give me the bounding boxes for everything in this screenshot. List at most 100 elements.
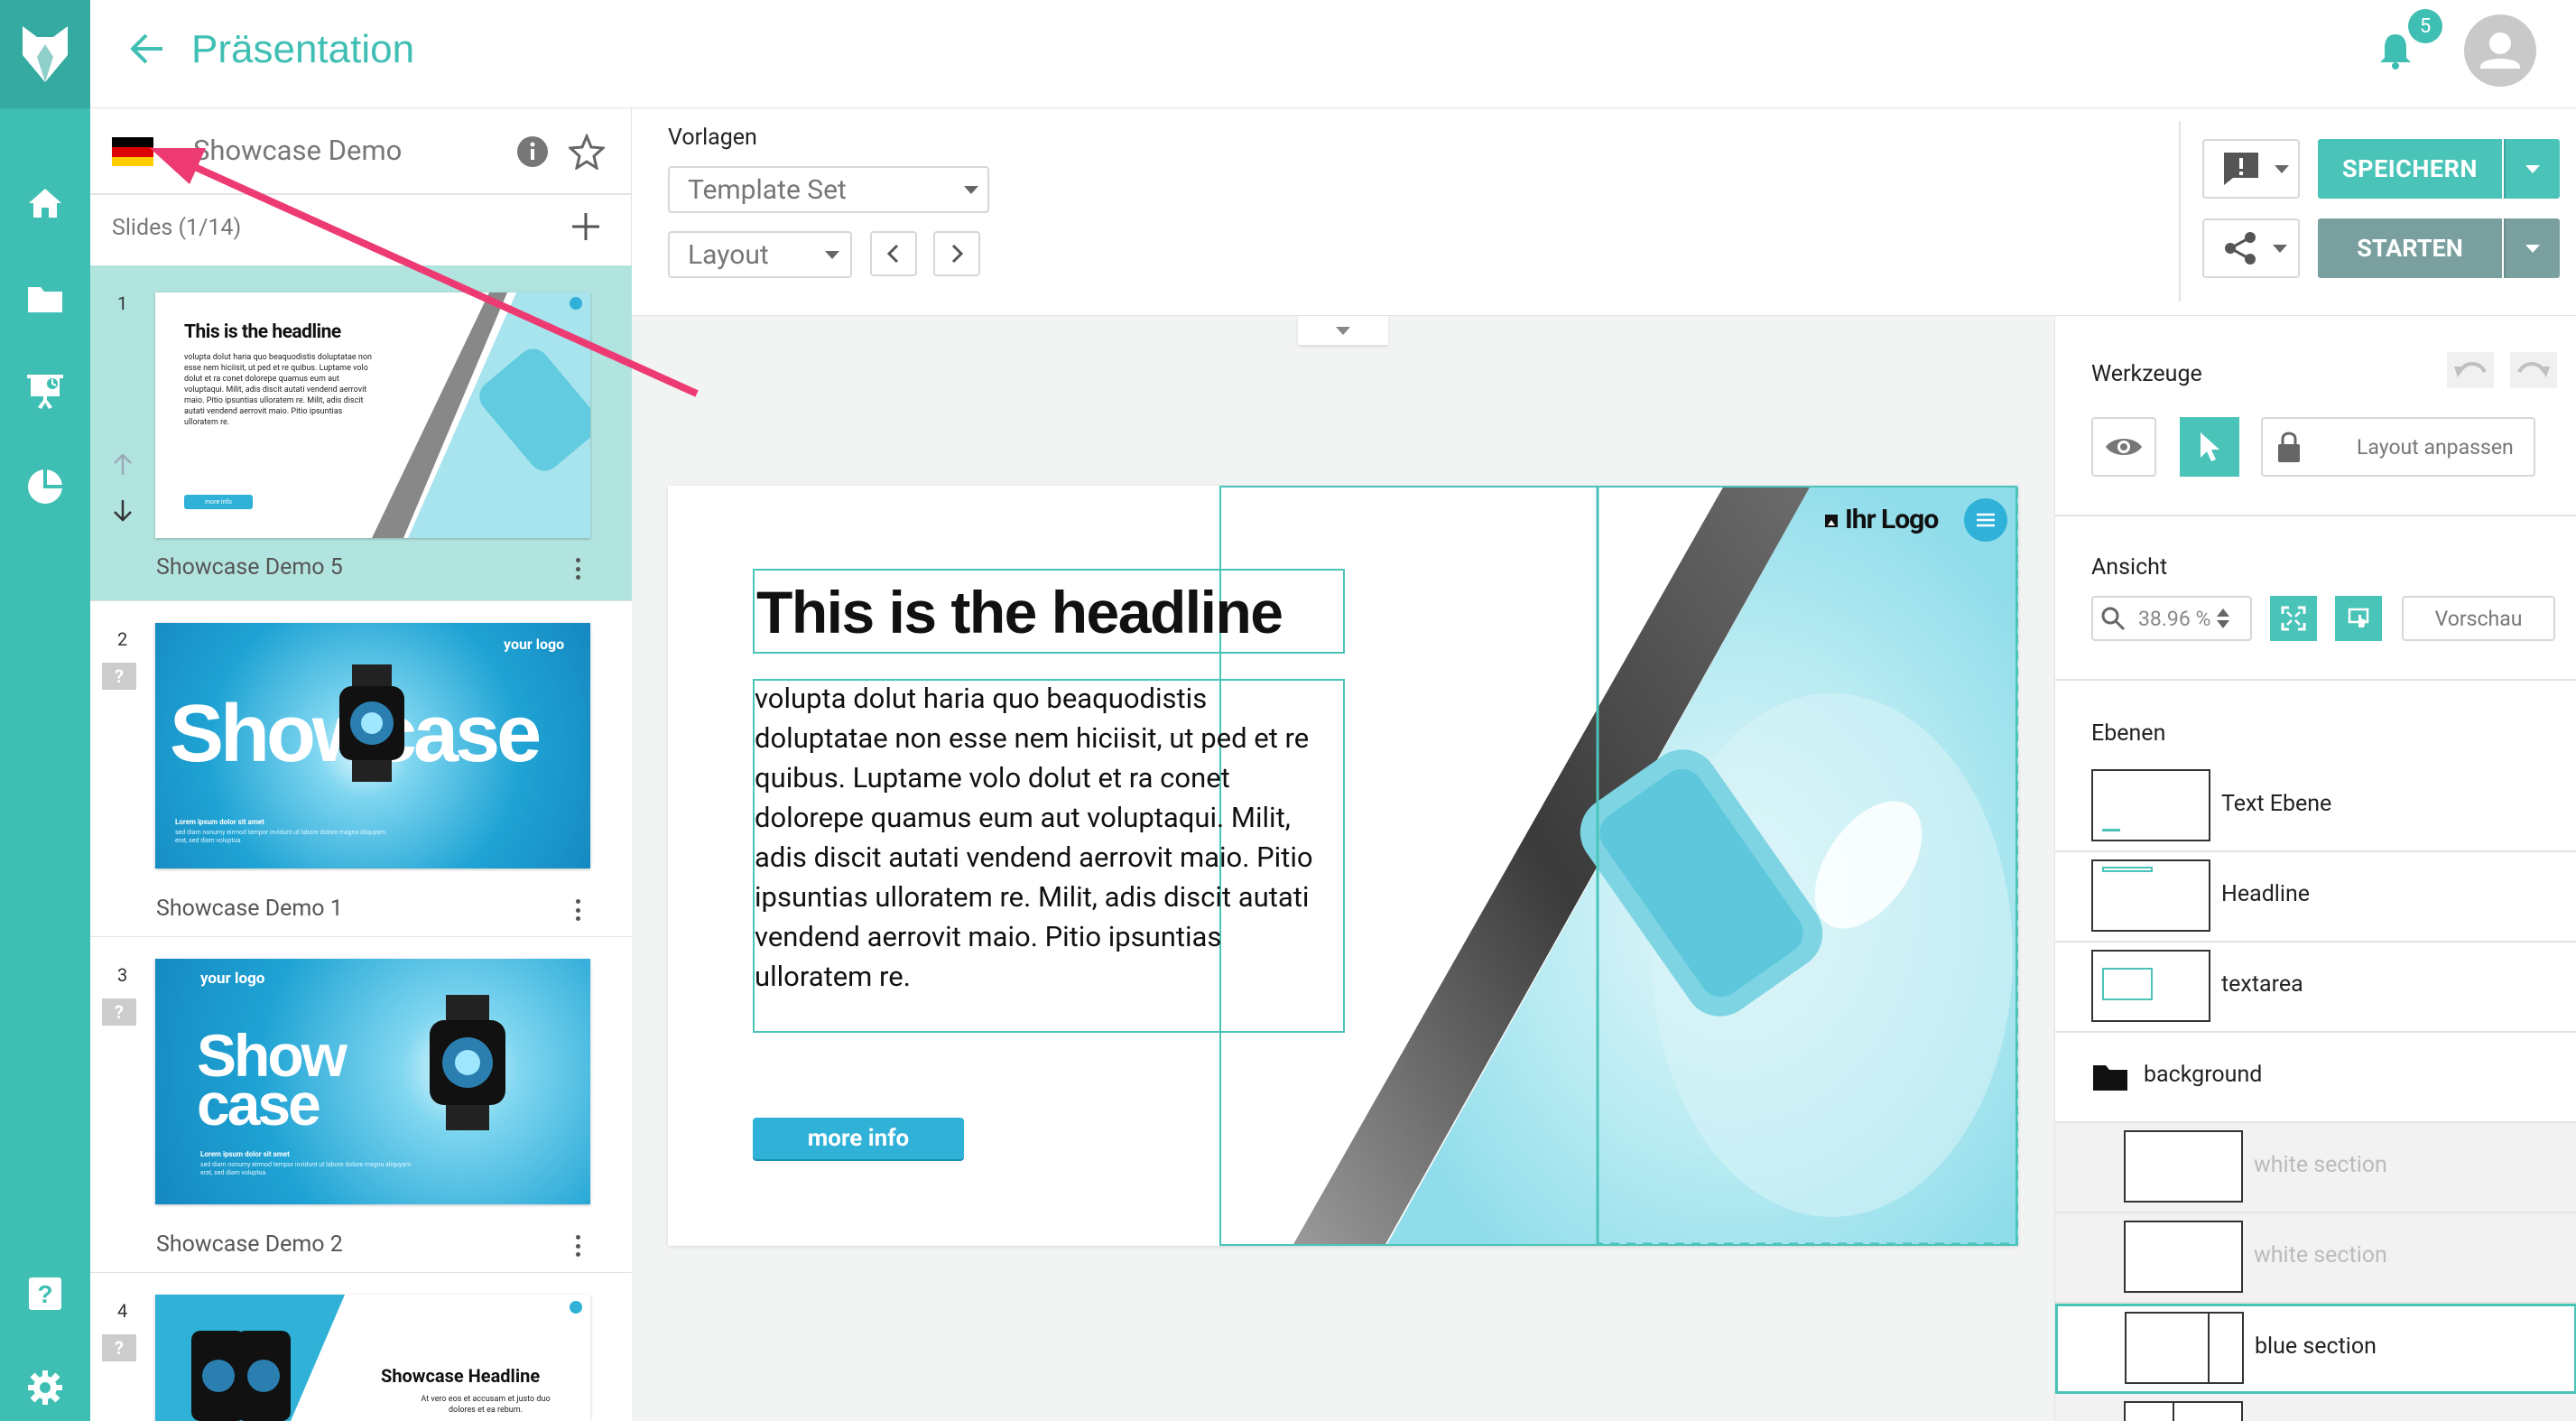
slide-item-2[interactable]: 2 ? your logo Showcase Lorem ipsum dolor…	[90, 601, 632, 937]
chevron-right-icon	[951, 244, 964, 264]
layer-item-headline[interactable]: Headline	[2055, 852, 2576, 943]
logo-placeholder[interactable]: Ihr Logo	[1845, 504, 1939, 535]
feedback-icon	[2224, 153, 2258, 185]
slide-number: 4	[117, 1300, 128, 1322]
editor-toolbar: Vorlagen Template Set Layout SPEICHERN S…	[632, 108, 2576, 316]
layer-item-blue-section[interactable]: blue section	[2055, 1304, 2576, 1394]
start-button[interactable]: STARTEN	[2318, 218, 2502, 278]
fit-screen-icon	[2281, 606, 2306, 631]
layer-item-text-ebene[interactable]: Text Ebene	[2055, 762, 2576, 852]
divider	[2055, 679, 2576, 681]
layers-title: Ebenen	[2091, 720, 2166, 747]
layer-thumbnail	[2091, 950, 2210, 1022]
layer-item-white-section-2[interactable]: white section	[2055, 1213, 2576, 1304]
share-icon	[2225, 232, 2256, 265]
next-layout-button[interactable]	[933, 231, 980, 276]
template-set-select[interactable]: Template Set	[668, 166, 989, 213]
chevron-down-icon	[825, 251, 839, 259]
page-title: Präsentation	[191, 27, 415, 71]
move-down-icon[interactable]	[112, 498, 134, 522]
presentation-icon[interactable]	[23, 368, 68, 413]
thumb-subtext: sed diam nonumy eirmod tempor invidunt u…	[200, 1161, 412, 1176]
pie-chart-icon[interactable]	[23, 464, 68, 509]
zoom-stepper-icon	[2217, 608, 2230, 628]
chevron-left-icon	[886, 244, 899, 264]
slide-thumbnail-4[interactable]: Showcase Headline At vero eos et accusam…	[155, 1295, 590, 1421]
help-badge-icon: ?	[102, 998, 136, 1026]
notification-badge: 5	[2408, 9, 2442, 43]
thumb-subtext: sed diam nonumy eirmod tempor invidunt u…	[175, 829, 386, 844]
layer-thumbnail	[2091, 769, 2210, 841]
help-badge-icon: ?	[102, 663, 136, 690]
home-icon[interactable]	[23, 181, 68, 226]
thumb-subtitle: Lorem ipsum dolor sit amet	[175, 818, 264, 826]
fit-screen-button[interactable]	[2270, 596, 2317, 641]
folder-icon[interactable]	[23, 276, 68, 321]
tools-title: Werkzeuge	[2091, 361, 2202, 387]
thumb-title: Showcase Headline	[381, 1365, 541, 1387]
layer-group-background[interactable]: background	[2055, 1033, 2576, 1123]
top-bar: Präsentation 5	[90, 0, 2576, 108]
slide-thumbnail-3[interactable]: your logo Show case Lorem ipsum dolor si…	[155, 959, 590, 1204]
lock-icon	[2278, 432, 2300, 462]
help-badge-icon: ?	[102, 1334, 136, 1361]
select-tool-button[interactable]	[2180, 417, 2239, 477]
layer-label: white section	[2254, 1152, 2387, 1178]
move-up-icon[interactable]	[112, 453, 134, 477]
touch-icon	[2348, 608, 2369, 627]
properties-panel: Werkzeuge Layout anpassen Ansicht 38.96 …	[2054, 316, 2576, 1421]
app-rail: ?	[0, 0, 90, 1421]
slide-label: Showcase Demo 5	[156, 554, 343, 580]
slide-menu-icon[interactable]	[572, 558, 583, 580]
layout-adjust-button[interactable]: Layout anpassen	[2261, 417, 2535, 477]
slide-menu-icon[interactable]	[572, 899, 583, 921]
slide-canvas[interactable]: Ihr Logo This is the headline volupta do…	[668, 486, 2018, 1246]
bell-icon[interactable]	[2377, 31, 2414, 70]
layer-item-partial[interactable]	[2055, 1394, 2576, 1421]
start-options-button[interactable]	[2504, 218, 2560, 278]
undo-icon[interactable]	[2447, 352, 2494, 388]
slide-headline[interactable]: This is the headline	[756, 578, 1283, 646]
slide-thumbnail-2[interactable]: your logo Showcase Lorem ipsum dolor sit…	[155, 623, 590, 868]
search-icon	[2101, 607, 2126, 631]
feedback-button[interactable]	[2202, 139, 2300, 199]
view-title: Ansicht	[2091, 554, 2168, 580]
collapse-toolbar-tab[interactable]	[1298, 316, 1388, 345]
slide-body-text[interactable]: volupta dolut haria quo beaquodistis dol…	[755, 679, 1314, 997]
settings-icon[interactable]	[23, 1365, 68, 1410]
layer-item-textarea[interactable]: textarea	[2055, 943, 2576, 1033]
save-options-button[interactable]	[2504, 139, 2560, 199]
app-logo[interactable]	[0, 0, 90, 108]
back-arrow-icon[interactable]	[128, 33, 164, 65]
chevron-down-icon	[2275, 164, 2289, 173]
preview-button[interactable]: Vorschau	[2402, 596, 2555, 641]
slide-item-4[interactable]: 4 ? Showcase Headline At vero eos et acc…	[90, 1273, 632, 1421]
layout-adjust-label: Layout anpassen	[2357, 434, 2514, 460]
slide-menu-icon[interactable]	[572, 1235, 583, 1257]
toolbar-divider	[2179, 121, 2181, 302]
pan-mode-button[interactable]	[2335, 596, 2382, 641]
zoom-value: 38.96 %	[2138, 606, 2211, 631]
prev-layout-button[interactable]	[870, 231, 917, 276]
visibility-button[interactable]	[2091, 417, 2156, 477]
layer-item-white-section-1[interactable]: white section	[2055, 1123, 2576, 1213]
zoom-input[interactable]: 38.96 %	[2091, 596, 2252, 641]
thumb-logo: your logo	[200, 970, 265, 988]
more-info-button[interactable]: more info	[753, 1118, 964, 1159]
layer-label: white section	[2254, 1242, 2387, 1268]
help-icon[interactable]: ?	[23, 1271, 68, 1316]
slide-label: Showcase Demo 2	[156, 1231, 343, 1258]
chevron-down-icon	[1336, 326, 1350, 335]
eye-icon	[2106, 439, 2142, 455]
layer-thumbnail	[2125, 1312, 2244, 1384]
save-button[interactable]: SPEICHERN	[2318, 139, 2502, 199]
cursor-icon	[2201, 432, 2219, 461]
slide-number: 3	[117, 964, 128, 986]
layer-label: Text Ebene	[2221, 791, 2332, 817]
avatar[interactable]	[2464, 14, 2536, 87]
chevron-down-icon	[964, 186, 978, 194]
slide-item-3[interactable]: 3 ? your logo Show case Lorem ipsum dolo…	[90, 937, 632, 1273]
redo-icon[interactable]	[2510, 352, 2557, 388]
share-button[interactable]	[2202, 218, 2300, 278]
slide-number: 1	[117, 293, 128, 314]
